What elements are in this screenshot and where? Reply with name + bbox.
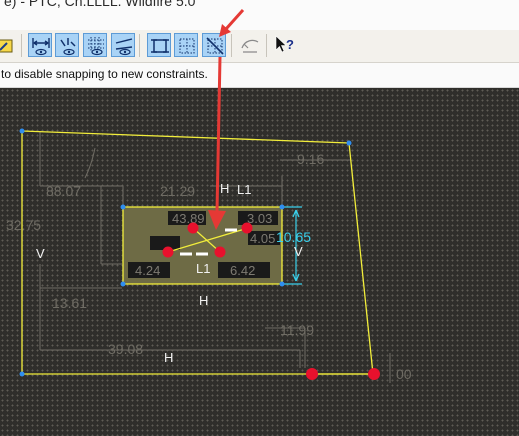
whats-this-button[interactable]: ? [272,33,296,57]
title-bar: e) - PTC, Ch.LLLL. Wildfire 5.0 [0,0,519,30]
toolbar-separator [231,34,232,57]
window-title: e) - PTC, Ch.LLLL. Wildfire 5.0 [4,0,196,9]
sketcher-toolbar: ? [0,30,519,63]
disable-snapping-button[interactable] [202,33,226,57]
dimension-text: 00 [396,366,412,382]
dimension-text: 32.75 [6,217,41,233]
constraint-display-button[interactable] [55,33,79,57]
reference-entity-icon [151,39,169,53]
constraint-label: H [199,293,208,308]
sketch-vertex [19,128,25,134]
analysis-button[interactable] [238,33,262,57]
toolbar-separator [266,34,267,57]
sketch-vertex [19,371,25,377]
sketch-canvas[interactable]: 88.07 21.29 9.16 32.75 13.61 11.99 39.08… [0,88,519,436]
sketch-drawing: 88.07 21.29 9.16 32.75 13.61 11.99 39.08… [6,128,412,383]
sketch-endpoint [306,368,318,380]
dimension-text: 9.16 [297,151,324,167]
vertex-display-button[interactable] [111,33,135,57]
grid-display-button[interactable] [83,33,107,57]
sketch-vertex [346,140,352,146]
sketch-endpoint [187,222,199,234]
constraint-display-icon [60,38,76,56]
constraint-label: V [36,246,45,261]
constraint-label: V [294,244,303,259]
toolbar-separator [139,34,140,57]
sketch-vertex [279,204,285,210]
constraint-label: H [164,350,173,365]
dimension-text: 3.03 [247,211,272,226]
dimension-text: 4.05 [250,231,275,246]
sketch-endpoint [241,222,253,234]
sketch-vertex [120,204,126,210]
dimension-text: 13.61 [52,295,87,311]
dimension-text: 21.29 [160,183,195,199]
dimension-text: 88.07 [46,183,81,199]
grid-display-icon [88,37,104,56]
dimension-text: 4.24 [135,263,160,278]
tool-sketch-button[interactable] [0,33,18,57]
toolbar-separator [21,34,22,57]
grid-snap-button[interactable] [174,33,198,57]
dimension-text: 6.42 [230,263,255,278]
disable-snapping-icon [206,37,224,55]
constraint-label: H [220,181,229,196]
constraint-label: L1 [237,182,251,197]
sketch-vertex [120,281,126,287]
message-bar: to disable snapping to new constraints. [0,63,519,88]
dimension-text: 11.99 [280,322,314,338]
svg-text:?: ? [286,37,294,52]
dimension-text: 43.89 [172,211,205,226]
dimension-text: 39.08 [108,341,143,357]
grid-snap-icon [179,38,195,54]
active-dimension-value: 10.65 [276,229,311,245]
sketch-endpoint [214,246,226,258]
sketch-endpoint [162,246,174,258]
whats-this-help-icon: ? [275,35,294,53]
dimension-display-icon [32,38,50,56]
sketch-pencil-icon [0,39,13,53]
constraint-label: L1 [196,261,210,276]
status-message: to disable snapping to new constraints. [1,67,208,81]
sketch-endpoint [368,368,380,380]
ref-entity-button[interactable] [147,33,171,57]
dimension-line [84,147,96,179]
vertex-display-icon [115,38,133,56]
sketch-vertex [279,281,285,287]
horizontal-dim-button[interactable] [28,33,52,57]
analysis-icon [241,39,259,53]
